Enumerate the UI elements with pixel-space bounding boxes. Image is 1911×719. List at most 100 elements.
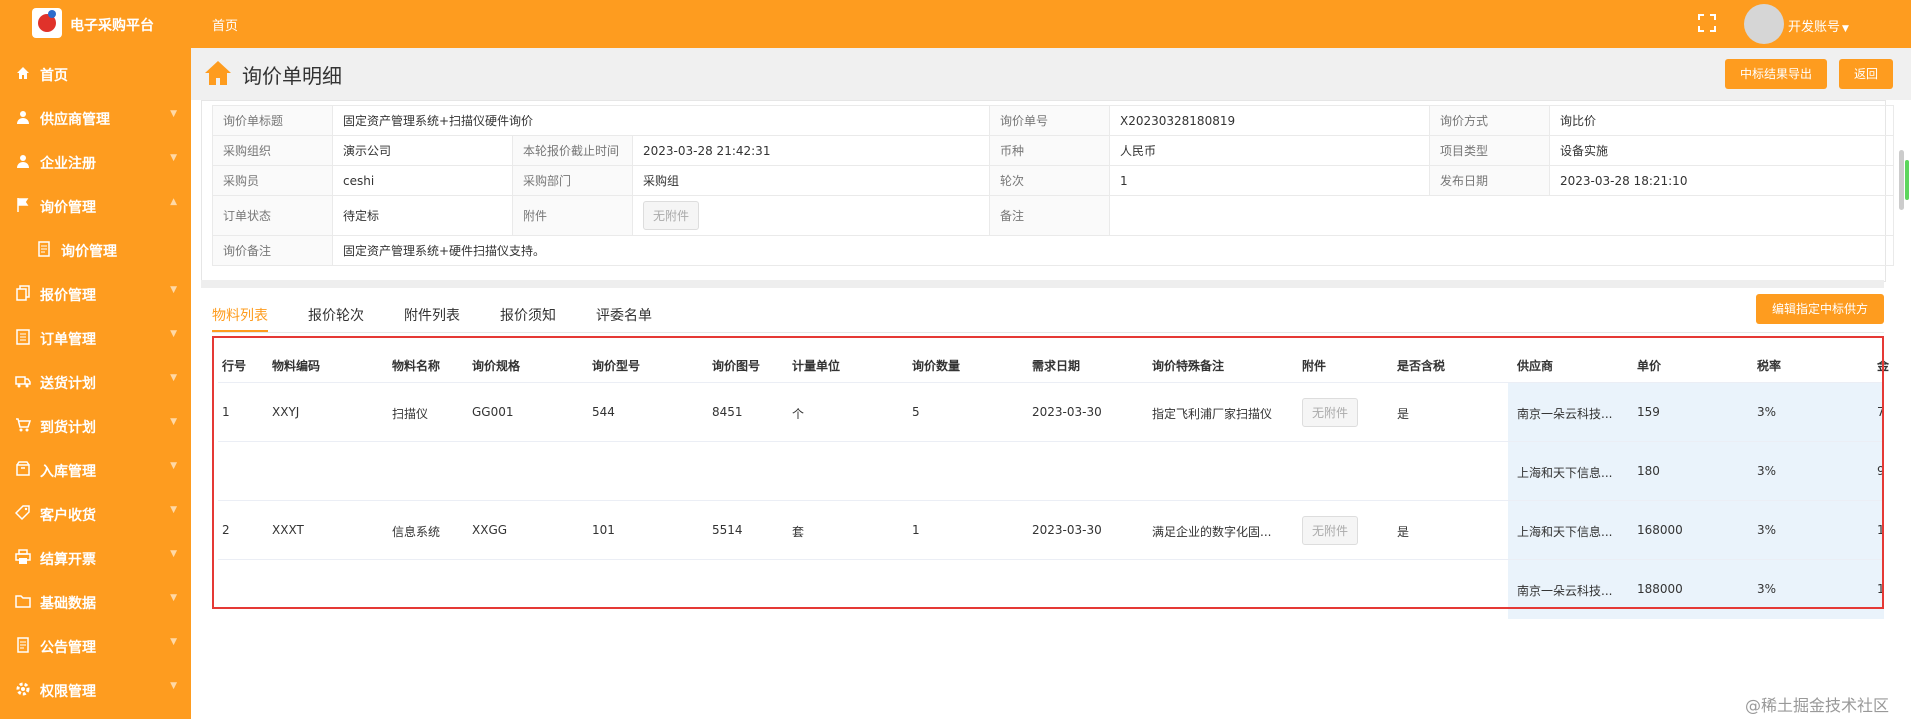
user-icon [17, 155, 29, 168]
label-deadline: 本轮报价截止时间 [512, 135, 633, 166]
export-result-button[interactable]: 中标结果导出 [1725, 59, 1827, 89]
label-publish-date: 发布日期 [1429, 165, 1550, 196]
section-divider [201, 280, 1884, 288]
sidebar-item-label: 首页 [40, 68, 68, 84]
sidebar-item-announcement[interactable]: 公告管理 ▼ [0, 623, 191, 667]
tag-icon [15, 505, 30, 521]
chevron-up-icon: ▲ [170, 197, 177, 207]
sidebar-item-supplier[interactable]: 供应商管理 ▼ [0, 95, 191, 139]
chevron-down-icon: ▼ [170, 461, 177, 471]
sidebar-item-label: 到货计划 [40, 420, 96, 436]
sidebar-item-label: 结算开票 [40, 552, 96, 568]
tab-quote-rounds[interactable]: 报价轮次 [308, 305, 364, 325]
nav-home-link[interactable]: 首页 [212, 15, 238, 34]
no-attachment-button[interactable]: 无附件 [643, 201, 700, 230]
scroll-indicator [1905, 160, 1909, 200]
fullscreen-icon[interactable] [1698, 14, 1716, 32]
sidebar-item-invoice[interactable]: 结算开票 ▼ [0, 535, 191, 579]
label-round: 轮次 [989, 165, 1110, 196]
tab-judges[interactable]: 评委名单 [596, 305, 652, 325]
avatar[interactable] [1744, 4, 1784, 44]
value-round: 1 [1109, 165, 1430, 196]
chevron-down-icon: ▼ [170, 505, 177, 515]
label-inquiry-title: 询价单标题 [212, 105, 333, 136]
chevron-down-icon: ▼ [170, 109, 177, 119]
label-buyer: 采购员 [212, 165, 333, 196]
caret-down-icon: ▼ [1842, 24, 1849, 34]
chevron-down-icon: ▼ [170, 637, 177, 647]
sidebar-item-home[interactable]: 首页 [0, 51, 191, 95]
printer-icon [15, 549, 31, 564]
sidebar-item-arrival-plan[interactable]: 到货计划 ▼ [0, 403, 191, 447]
sidebar-item-label: 企业注册 [40, 156, 96, 172]
chevron-down-icon: ▼ [170, 373, 177, 383]
page-title: 询价单明细 [242, 64, 342, 88]
tab-quote-notice[interactable]: 报价须知 [500, 305, 556, 325]
chevron-down-icon: ▼ [170, 329, 177, 339]
label-project-type: 项目类型 [1429, 135, 1550, 166]
account-menu[interactable]: 开发账号 ▼ [1788, 16, 1849, 35]
label-remark: 备注 [989, 195, 1110, 236]
sidebar-item-receipt[interactable]: 客户收货 ▼ [0, 491, 191, 535]
list-icon [16, 329, 30, 345]
watermark: @稀土掘金技术社区 [1745, 696, 1890, 715]
value-attachment: 无附件 [632, 195, 990, 236]
sidebar-item-permission[interactable]: 权限管理 ▼ [0, 667, 191, 711]
chevron-down-icon: ▼ [170, 417, 177, 427]
sidebar-item-label: 订单管理 [40, 332, 96, 348]
sidebar: 首页 供应商管理 ▼ 企业注册 ▼ 询价管理 ▲ 询价管理 报价管理 ▼ 订单管… [0, 48, 191, 719]
cart-icon [16, 418, 31, 432]
sidebar-item-register[interactable]: 企业注册 ▼ [0, 139, 191, 183]
label-attachment: 附件 [512, 195, 633, 236]
back-button[interactable]: 返回 [1839, 59, 1893, 89]
label-dept: 采购部门 [512, 165, 633, 196]
page-scrollbar[interactable] [1899, 150, 1904, 210]
home-icon [205, 61, 231, 85]
chevron-down-icon: ▼ [170, 549, 177, 559]
sidebar-item-warehouse[interactable]: 入库管理 ▼ [0, 447, 191, 491]
logo [32, 8, 62, 38]
sidebar-item-label: 入库管理 [40, 464, 96, 480]
label-inquiry-remark: 询价备注 [212, 235, 333, 266]
label-inquiry-method: 询价方式 [1429, 105, 1550, 136]
tabs-divider [212, 332, 1884, 333]
sidebar-item-label: 送货计划 [40, 376, 96, 392]
sidebar-item-label: 供应商管理 [40, 112, 110, 128]
value-remark [1109, 195, 1894, 236]
value-buyer: ceshi [332, 165, 513, 196]
chevron-down-icon: ▼ [170, 285, 177, 295]
sidebar-item-base-data[interactable]: 基础数据 ▼ [0, 579, 191, 623]
document-icon [17, 637, 29, 653]
sidebar-item-label: 公告管理 [40, 640, 96, 656]
account-name: 开发账号 [1788, 20, 1841, 35]
sidebar-item-label: 询价管理 [61, 244, 117, 260]
edit-winner-button[interactable]: 编辑指定中标供方 [1756, 294, 1884, 324]
label-org: 采购组织 [212, 135, 333, 166]
top-bar [0, 0, 1911, 48]
sidebar-item-label: 报价管理 [40, 288, 96, 304]
sidebar-item-order[interactable]: 订单管理 ▼ [0, 315, 191, 359]
sidebar-item-quote[interactable]: 报价管理 ▼ [0, 271, 191, 315]
page-header [191, 48, 1911, 100]
value-inquiry-remark: 固定资产管理系统+硬件扫描仪支持。 [332, 235, 1894, 266]
sidebar-item-label: 客户收货 [40, 508, 96, 524]
highlight-box [212, 336, 1884, 609]
brand-name: 电子采购平台 [70, 18, 154, 34]
inquiry-info-table: 询价单标题 固定资产管理系统+扫描仪硬件询价 询价单号 X20230328180… [212, 105, 1894, 266]
sidebar-subitem-inquiry[interactable]: 询价管理 [0, 227, 191, 271]
value-dept: 采购组 [632, 165, 990, 196]
label-currency: 币种 [989, 135, 1110, 166]
home-icon [17, 67, 29, 79]
label-inquiry-no: 询价单号 [989, 105, 1110, 136]
sidebar-item-label: 权限管理 [40, 684, 96, 700]
tab-material-list[interactable]: 物料列表 [212, 305, 268, 325]
value-inquiry-title: 固定资产管理系统+扫描仪硬件询价 [332, 105, 990, 136]
truck-icon [15, 376, 31, 388]
tab-attachment-list[interactable]: 附件列表 [404, 305, 460, 325]
sidebar-item-delivery-plan[interactable]: 送货计划 ▼ [0, 359, 191, 403]
flag-icon [17, 198, 29, 212]
value-inquiry-no: X20230328180819 [1109, 105, 1430, 136]
gear-icon [16, 682, 30, 696]
sidebar-item-inquiry[interactable]: 询价管理 ▲ [0, 183, 191, 227]
value-order-status: 待定标 [332, 195, 513, 236]
